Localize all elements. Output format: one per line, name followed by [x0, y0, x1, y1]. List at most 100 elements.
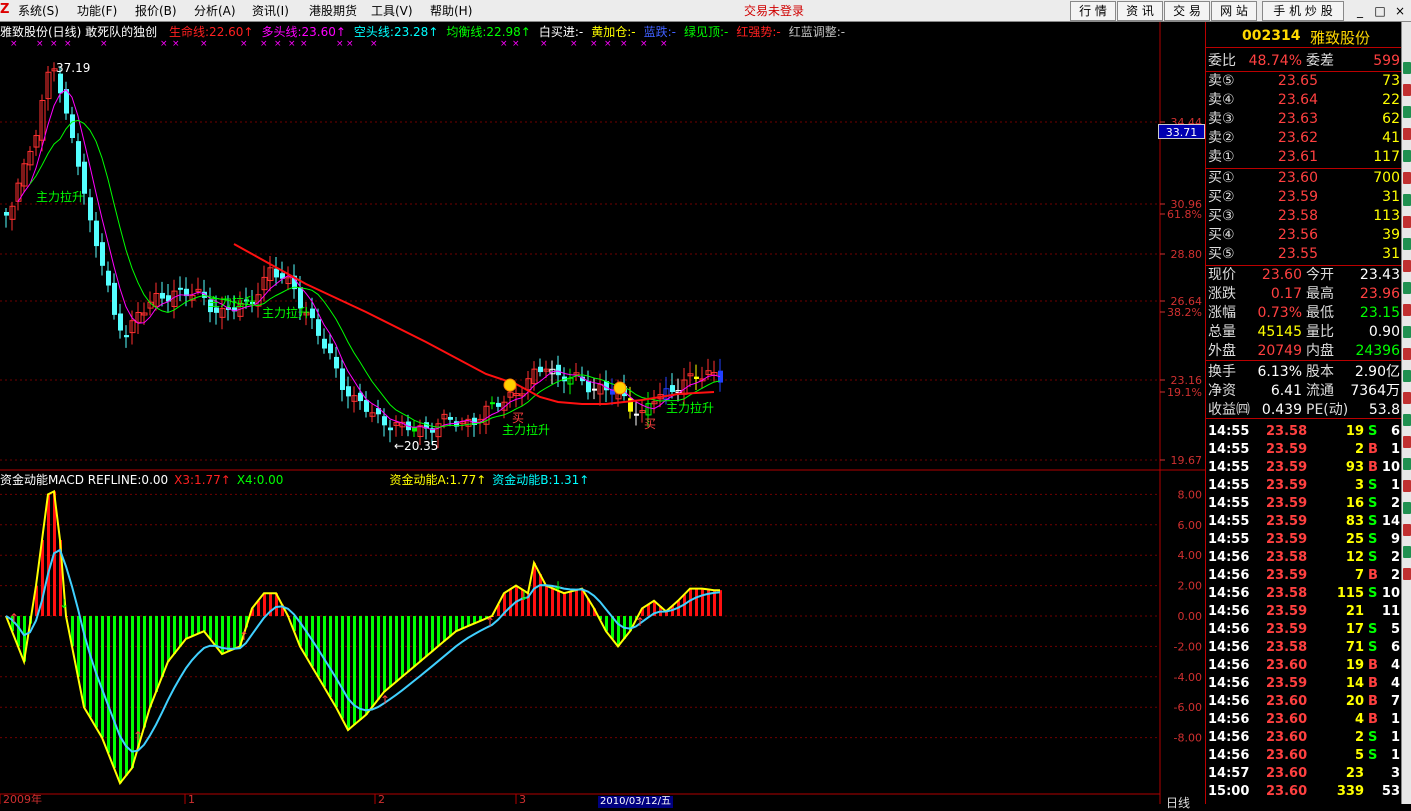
trade-button[interactable]: 交 易 — [1164, 1, 1210, 21]
legend-item: 生命线:22.60↑ — [169, 25, 254, 39]
tick-price: 23.59 — [1266, 496, 1308, 511]
toolbar-tool-icon[interactable] — [1403, 392, 1411, 404]
macd-axis-label: -8.00 — [1174, 732, 1202, 745]
maximize-icon[interactable]: □ — [1370, 2, 1390, 20]
menu-tools[interactable]: 工具(V) — [371, 3, 413, 19]
tick-side: S — [1368, 622, 1378, 637]
toolbar-tool-icon[interactable] — [1403, 282, 1411, 294]
up-arrow-icon: ↑ — [133, 729, 143, 743]
toolbar-tool-icon[interactable] — [1403, 106, 1411, 118]
login-status[interactable]: 交易未登录 — [744, 3, 804, 19]
macd-bar — [317, 616, 320, 677]
tick-volume: 93 — [1345, 460, 1364, 475]
toolbar-tool-icon[interactable] — [1403, 502, 1411, 514]
kline-chart-area[interactable]: ↑ ↑ ↑ ↑ ↑ ↑ ↓ ↓ ↓ 34.44 30.96 61.8% 28.80 26.64 38.2%… — [0, 22, 1205, 810]
toolbar-tool-icon[interactable] — [1403, 348, 1411, 360]
fund-value: 6.13% — [1257, 364, 1302, 380]
bid-level-label: 买④ — [1208, 227, 1235, 243]
legend-item: 蓝跌:- — [643, 25, 676, 39]
toolbar-tool-icon[interactable] — [1403, 370, 1411, 382]
menu-analysis[interactable]: 分析(A) — [194, 3, 236, 19]
macd-bar — [353, 616, 356, 725]
menu-quote[interactable]: 报价(B) — [135, 3, 177, 19]
macd-bar — [137, 616, 140, 748]
quotes-button[interactable]: 行 情 — [1070, 1, 1116, 21]
toolbar-tool-icon[interactable] — [1403, 326, 1411, 338]
tick-time: 14:56 — [1208, 694, 1250, 709]
toolbar-tool-icon[interactable] — [1403, 568, 1411, 580]
macd-bar — [233, 616, 236, 649]
toolbar-tool-icon[interactable] — [1403, 304, 1411, 316]
ask-price: 23.61 — [1277, 149, 1318, 165]
stat-row: 总量 45145 量比 0.90 — [1206, 323, 1402, 342]
news-button[interactable]: 资 讯 — [1117, 1, 1163, 21]
legend-title: 雅致股份(日线) 敢死队的独创 — [0, 25, 158, 39]
main-indicator-legend: 雅致股份(日线) 敢死队的独创 生命线:22.60↑ 多头线:23.60↑ 空头线:… — [0, 25, 853, 39]
macd-bar — [185, 616, 188, 639]
menu-help[interactable]: 帮助(H) — [430, 3, 472, 19]
tick-time: 14:57 — [1208, 766, 1250, 781]
bid-volume: 31 — [1382, 246, 1400, 262]
toolbar-tool-icon[interactable] — [1403, 436, 1411, 448]
menu-info[interactable]: 资讯(I) — [252, 3, 289, 19]
stat-row: 涨幅 0.73% 最低 23.15 — [1206, 304, 1402, 323]
toolbar-tool-icon[interactable] — [1403, 216, 1411, 228]
toolbar-tool-icon[interactable] — [1403, 150, 1411, 162]
signal-x-icon: × — [300, 39, 308, 49]
toolbar-tool-icon[interactable] — [1403, 546, 1411, 558]
macd-bar — [215, 616, 218, 647]
tick-side: S — [1368, 478, 1378, 493]
candle-body — [496, 402, 501, 407]
tick-volume: 21 — [1345, 604, 1364, 619]
toolbar-tool-icon[interactable] — [1403, 524, 1411, 536]
fund-row: 净资 6.41 流通 7364万 — [1206, 382, 1402, 401]
tick-time: 14:56 — [1208, 658, 1250, 673]
tick-count: 2 — [1390, 568, 1400, 583]
weibi-row: 委比 48.74% 委差 599 — [1206, 52, 1402, 71]
website-button[interactable]: 网 站 — [1211, 1, 1257, 21]
rally-annotation: 主力拉升 — [208, 294, 256, 309]
tick-count: 4 — [1390, 658, 1400, 673]
period-label[interactable]: 日线 — [1166, 794, 1190, 811]
toolbar-tool-icon[interactable] — [1403, 238, 1411, 250]
tick-volume: 19 — [1345, 658, 1364, 673]
menu-hk-futures[interactable]: 港股期货 — [309, 3, 357, 19]
toolbar-tool-icon[interactable] — [1403, 128, 1411, 140]
macd-bar — [413, 616, 416, 667]
signal-x-icon: × — [500, 39, 508, 49]
tick-time: 14:56 — [1208, 748, 1250, 763]
close-icon[interactable]: × — [1390, 2, 1410, 20]
toolbar-tool-icon[interactable] — [1403, 480, 1411, 492]
mobile-trading-button[interactable]: 手 机 炒 股 — [1262, 1, 1344, 21]
macd-bar — [329, 616, 332, 698]
kline-chart-svg[interactable]: ↑↑↑↑↑ ↑↓↓↓ 34.4430.9661.8%28.8026.6438.2%… — [0, 22, 1205, 804]
macd-bar — [419, 616, 422, 662]
bid-level-label: 买① — [1208, 170, 1235, 186]
toolbar-tool-icon[interactable] — [1403, 414, 1411, 426]
tick-side: S — [1368, 532, 1378, 547]
weibi-label: 委比 — [1208, 53, 1236, 69]
toolbar-tool-icon[interactable] — [1403, 458, 1411, 470]
menu-function[interactable]: 功能(F) — [77, 3, 117, 19]
ask-level-label: 卖④ — [1208, 92, 1235, 108]
candle-body — [100, 242, 105, 266]
fund-value: 2.90亿 — [1354, 364, 1400, 380]
candle-body — [160, 292, 165, 299]
tick-row: 14:56 23.58 12 S 2 — [1206, 549, 1402, 567]
toolbar-tool-icon[interactable] — [1403, 62, 1411, 74]
toolbar-tool-icon[interactable] — [1403, 84, 1411, 96]
toolbar-tool-icon[interactable] — [1403, 194, 1411, 206]
tick-volume: 17 — [1345, 622, 1364, 637]
tick-volume: 83 — [1345, 514, 1364, 529]
menu-system[interactable]: 系统(S) — [18, 3, 59, 19]
macd-indicator-legend: 资金动能MACD REFLINE:0.00 X3:1.77↑ X4:0.00 资金动能… — [0, 473, 595, 487]
toolbar-tool-icon[interactable] — [1403, 172, 1411, 184]
tick-count: 1 — [1390, 730, 1400, 745]
macd-axis-label: -4.00 — [1174, 671, 1202, 684]
candle-body — [556, 364, 561, 376]
menu-bar: Z 系统(S) 功能(F) 报价(B) 分析(A) 资讯(I) 港股期货 工具(… — [0, 0, 1411, 22]
bid-volume: 31 — [1382, 189, 1400, 205]
weibi-value: 48.74% — [1248, 53, 1302, 69]
minimize-icon[interactable]: _ — [1350, 2, 1370, 20]
toolbar-tool-icon[interactable] — [1403, 260, 1411, 272]
